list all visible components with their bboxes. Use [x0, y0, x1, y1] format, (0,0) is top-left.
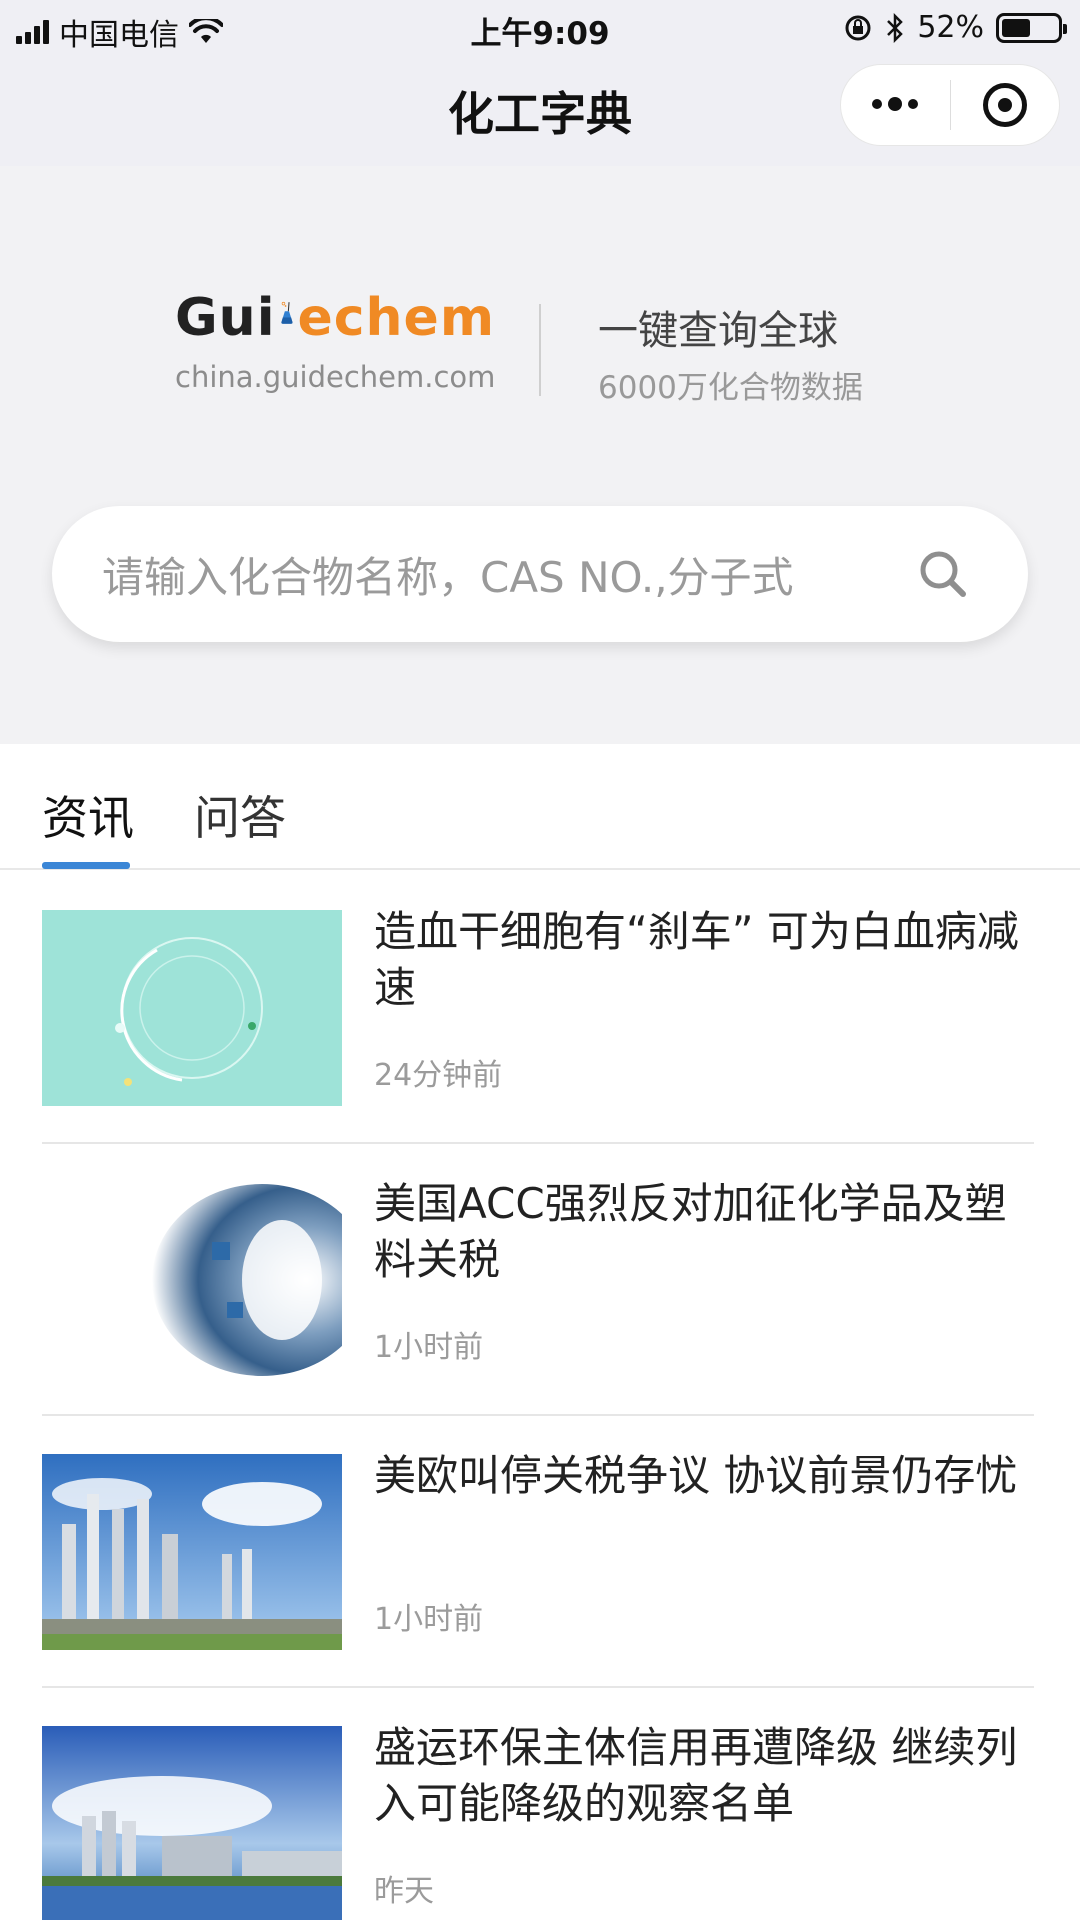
news-time: 昨天 — [374, 1874, 434, 1909]
flask-icon — [280, 301, 293, 324]
hero-section: Gui echem china.guidechem.com 一键查询全球 600… — [0, 166, 1080, 744]
tab-qa[interactable]: 问答 — [194, 782, 286, 848]
close-button[interactable] — [950, 64, 1059, 146]
tab-bar: 资讯 问答 — [0, 744, 1080, 870]
news-item[interactable]: 美欧叫停关税争议 协议前景仍存忧 1小时前 — [42, 1416, 1034, 1688]
news-item[interactable]: 造血干细胞有“刹车” 可为白血病减速 24分钟前 — [42, 872, 1034, 1144]
news-thumbnail — [42, 1454, 342, 1650]
logo-domain: china.guidechem.com — [175, 360, 496, 394]
battery-percent: 52% — [917, 10, 984, 45]
news-thumbnail — [42, 1726, 342, 1920]
news-title: 美欧叫停关税争议 协议前景仍存忧 — [374, 1451, 1018, 1500]
mini-program-capsule — [840, 64, 1060, 146]
search-placeholder: 请输入化合物名称，CAS NO.,分子式 — [102, 552, 794, 602]
news-title: 美国ACC强烈反对加征化学品及塑料关税 — [374, 1179, 1007, 1284]
news-thumbnail — [42, 910, 342, 1106]
bluetooth-icon — [887, 12, 904, 43]
news-thumbnail — [42, 1182, 342, 1378]
slogan: 一键查询全球 — [598, 308, 838, 354]
news-item[interactable]: 美国ACC强烈反对加征化学品及塑料关税 1小时前 — [42, 1144, 1034, 1416]
logo[interactable]: Gui echem china.guidechem.com — [175, 268, 495, 394]
status-right: 52% — [843, 10, 1067, 45]
news-time: 1小时前 — [374, 1602, 484, 1637]
news-title: 盛运环保主体信用再遭降级 继续列入可能降级的观察名单 — [374, 1723, 1018, 1828]
rotation-lock-icon — [845, 15, 871, 40]
target-circle-icon — [982, 83, 1027, 127]
battery-fill — [1002, 18, 1031, 37]
news-time: 24分钟前 — [374, 1058, 503, 1093]
status-bar: 中国电信 上午9:09 52% — [0, 0, 1080, 56]
more-dots-icon — [872, 97, 919, 111]
guidechem-logo: Gui echem — [175, 268, 495, 348]
news-time: 1小时前 — [374, 1330, 484, 1365]
search-input[interactable]: 请输入化合物名称，CAS NO.,分子式 — [52, 506, 1028, 642]
search-icon[interactable] — [898, 529, 988, 619]
active-tab-indicator — [42, 862, 130, 869]
tab-news[interactable]: 资讯 — [42, 782, 134, 848]
news-title: 造血干细胞有“刹车” 可为白血病减速 — [374, 907, 1019, 1012]
hero-divider — [539, 304, 541, 396]
more-button[interactable] — [841, 64, 950, 146]
slogan-subtitle: 6000万化合物数据 — [598, 370, 863, 406]
battery-icon — [996, 12, 1067, 43]
nav-bar: 化工字典 — [0, 56, 1080, 166]
news-item[interactable]: 盛运环保主体信用再遭降级 继续列入可能降级的观察名单 昨天 — [42, 1688, 1034, 1920]
